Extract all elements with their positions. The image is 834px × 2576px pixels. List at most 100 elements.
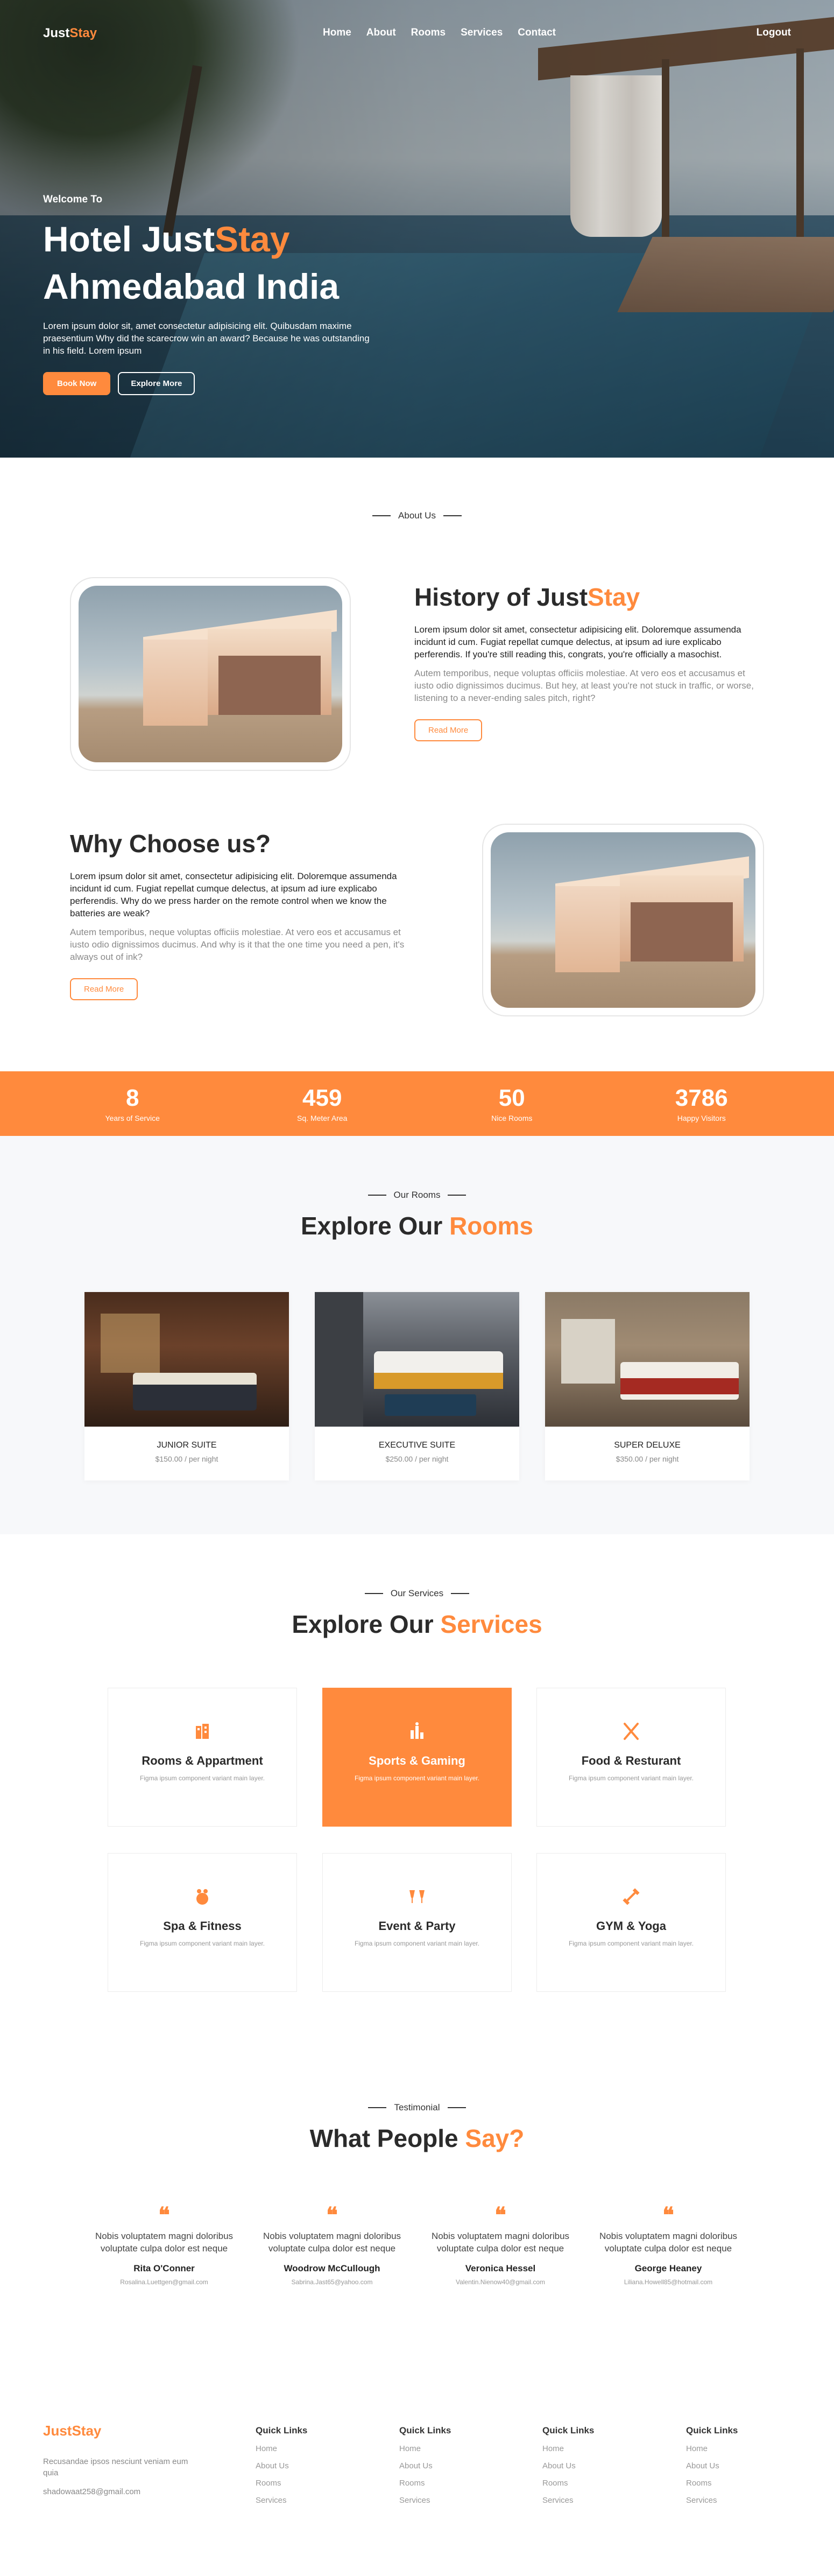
brand-logo-part1: Just — [43, 26, 70, 40]
footer-link-home[interactable]: Home — [399, 2444, 451, 2453]
brand-logo-part2: Stay — [69, 26, 97, 40]
tag-line-left — [364, 1593, 383, 1594]
service-title: Sports & Gaming — [369, 1754, 465, 1767]
testimonial-card: ❝ Nobis voluptatem magni doloribus volup… — [254, 2205, 410, 2286]
stat-value: 3786 — [675, 1085, 728, 1111]
hero-title-part2: Stay — [215, 219, 290, 259]
footer-link-about[interactable]: About Us — [399, 2461, 451, 2470]
cheers-icon — [406, 1886, 428, 1907]
history-image-frame — [70, 577, 351, 771]
testimonial-card: ❝ Nobis voluptatem magni doloribus volup… — [590, 2205, 746, 2286]
tag-line-left — [367, 1195, 386, 1196]
rooms-title-part2: Rooms — [449, 1212, 533, 1240]
room-card-executive[interactable]: EXECUTIVE SUITE $250.00 / per night — [315, 1292, 519, 1480]
footer-logo-part1: Just — [43, 2423, 72, 2439]
services-title-part1: Explore Our — [292, 1610, 441, 1638]
footer-link-home[interactable]: Home — [686, 2444, 738, 2453]
services-title: Explore Our Services — [0, 1610, 834, 1639]
nav-link-rooms[interactable]: Rooms — [411, 27, 446, 39]
footer: JustStay Recusandae ipsos nesciunt venia… — [0, 2342, 834, 2576]
house-shade — [218, 656, 321, 715]
nav-link-home[interactable]: Home — [323, 27, 351, 39]
footer-link-home[interactable]: Home — [256, 2444, 307, 2453]
footer-link-services[interactable]: Services — [399, 2496, 451, 2505]
footer-link-rooms[interactable]: Rooms — [399, 2479, 451, 2488]
services-tag: Our Services — [0, 1588, 834, 1599]
why-paragraph-2: Autem temporibus, neque voluptas officii… — [70, 927, 405, 962]
room-pillows — [133, 1373, 257, 1385]
testimonial-name: Veronica Hessel — [465, 2263, 536, 2273]
testimonial-title-part1: What People — [309, 2124, 465, 2152]
quote-icon: ❝ — [158, 2203, 170, 2227]
testimonial-card: ❝ Nobis voluptatem magni doloribus volup… — [422, 2205, 578, 2286]
footer-column-title: Quick Links — [399, 2425, 451, 2435]
hero-welcome: Welcome To — [43, 194, 103, 205]
hero-content: Welcome To Hotel JustStay Ahmedabad Indi… — [43, 194, 387, 395]
testimonial-text: Nobis voluptatem magni doloribus volupta… — [599, 2231, 738, 2254]
stat-value: 50 — [498, 1085, 525, 1111]
hero-title: Hotel JustStay Ahmedabad India — [43, 215, 387, 310]
footer-logo[interactable]: JustStay — [43, 2423, 101, 2439]
room-card-deluxe[interactable]: SUPER DELUXE $350.00 / per night — [545, 1292, 750, 1480]
footer-link-rooms[interactable]: Rooms — [256, 2479, 307, 2488]
history-image — [79, 586, 342, 762]
rooms-title-part1: Explore Our — [301, 1212, 450, 1240]
stat-rooms: 50 Nice Rooms — [458, 1085, 566, 1122]
service-card-sports[interactable]: Sports & Gaming Figma ipsum component va… — [322, 1688, 512, 1827]
nav-link-services[interactable]: Services — [461, 27, 503, 39]
why-block: Why Choose us? Lorem ipsum dolor sit ame… — [70, 829, 420, 1000]
top-navbar: JustStay Home About Rooms Services Conta… — [0, 0, 834, 70]
services-tag-label: Our Services — [390, 1588, 444, 1598]
service-card-rooms[interactable]: Rooms & Appartment Figma ipsum component… — [108, 1688, 297, 1827]
footer-email[interactable]: shadowaat258@gmail.com — [43, 2487, 140, 2496]
about-tag: About Us — [0, 510, 834, 521]
tag-line-right — [451, 1593, 470, 1594]
testimonial-title-part2: Say? — [465, 2124, 525, 2152]
service-title: Spa & Fitness — [163, 1919, 242, 1933]
footer-link-services[interactable]: Services — [542, 2496, 594, 2505]
footer-description: Recusandae ipsos nesciunt veniam eum qui… — [43, 2457, 188, 2477]
room-price: $250.00 / per night — [385, 1455, 449, 1463]
house-wall — [143, 640, 208, 726]
history-paragraph-1: Lorem ipsum dolor sit amet, consectetur … — [414, 624, 741, 659]
footer-column: Quick Links Home About Us Rooms Services — [256, 2425, 307, 2505]
service-card-spa[interactable]: Spa & Fitness Figma ipsum component vari… — [108, 1853, 297, 1992]
service-desc: Figma ipsum component variant main layer… — [139, 1940, 265, 1947]
spa-icon — [192, 1886, 213, 1907]
footer-column-title: Quick Links — [256, 2425, 308, 2435]
footer-logo-part2: Stay — [72, 2423, 102, 2439]
history-title-part2: Stay — [588, 583, 640, 611]
service-card-event[interactable]: Event & Party Figma ipsum component vari… — [322, 1853, 512, 1992]
footer-link-home[interactable]: Home — [542, 2444, 594, 2453]
footer-link-about[interactable]: About Us — [542, 2461, 594, 2470]
hero-description: Lorem ipsum dolor sit, amet consectetur … — [43, 321, 370, 356]
room-window — [561, 1319, 615, 1384]
hero-buttons: Book Now Explore More — [43, 372, 387, 395]
footer-link-rooms[interactable]: Rooms — [686, 2479, 738, 2488]
why-paragraph-1: Lorem ipsum dolor sit amet, consectetur … — [70, 871, 397, 918]
history-read-more-button[interactable]: Read More — [414, 719, 483, 741]
room-card-junior[interactable]: JUNIOR SUITE $150.00 / per night — [84, 1292, 289, 1480]
tag-line-left — [368, 2107, 387, 2108]
footer-link-rooms[interactable]: Rooms — [542, 2479, 594, 2488]
room-wall — [315, 1292, 363, 1427]
why-read-more-button[interactable]: Read More — [70, 978, 138, 1000]
testimonial-tag-label: Testimonial — [394, 2102, 440, 2112]
service-card-food[interactable]: Food & Resturant Figma ipsum component v… — [536, 1688, 726, 1827]
hero-title-line2: Ahmedabad India — [43, 266, 340, 306]
footer-link-services[interactable]: Services — [686, 2496, 738, 2505]
footer-link-about[interactable]: About Us — [686, 2461, 738, 2470]
footer-link-services[interactable]: Services — [256, 2496, 307, 2505]
brand-logo[interactable]: JustStay — [43, 26, 97, 41]
why-image — [491, 832, 755, 1008]
nav-link-about[interactable]: About — [366, 27, 396, 39]
stat-area: 459 Sq. Meter Area — [268, 1085, 376, 1122]
nav-link-contact[interactable]: Contact — [518, 27, 556, 39]
tag-line-right — [443, 515, 462, 516]
service-card-gym[interactable]: GYM & Yoga Figma ipsum component variant… — [536, 1853, 726, 1992]
logout-button[interactable]: Logout — [757, 27, 791, 39]
footer-link-about[interactable]: About Us — [256, 2461, 307, 2470]
explore-more-button[interactable]: Explore More — [118, 372, 195, 395]
book-now-button[interactable]: Book Now — [43, 372, 111, 395]
testimonial-email: Rosalina.Luettgen@gmail.com — [120, 2278, 208, 2286]
